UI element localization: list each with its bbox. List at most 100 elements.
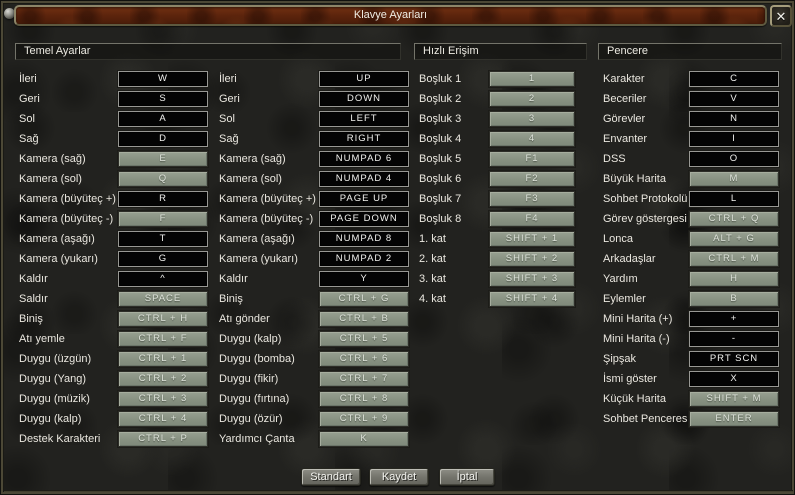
keybind-button[interactable]: K [318,430,410,448]
keybind-button[interactable]: Y [318,270,410,288]
keybind-button[interactable]: UP [318,70,410,88]
keybind-button[interactable]: H [688,270,780,288]
keybind-button[interactable]: LEFT [318,110,410,128]
keybind-button[interactable]: L [688,190,780,208]
keybind-label: Sağ [219,133,239,145]
keybind-button[interactable]: B [688,290,780,308]
keybind-button[interactable]: 1 [488,70,576,88]
keybind-button[interactable]: CTRL + 3 [117,390,209,408]
keybind-button[interactable]: CTRL + 4 [117,410,209,428]
keybind-button[interactable]: NUMPAD 6 [318,150,410,168]
keybind-button[interactable]: CTRL + 2 [117,370,209,388]
keybind-row: Duygu (fırtına) CTRL + 8 [219,390,410,408]
keybind-button[interactable]: CTRL + H [117,310,209,328]
keybind-label: Kaldır [19,273,48,285]
keybind-row: Mini Harita (+) + [603,310,780,328]
keybind-button[interactable]: NUMPAD 8 [318,230,410,248]
keybind-button[interactable]: G [117,250,209,268]
keybind-row: Kamera (sol) Q [19,170,209,188]
keybind-label: Kamera (sağ) [19,153,86,165]
keybind-button[interactable]: PRT SCN [688,350,780,368]
keybind-button[interactable]: CTRL + Q [688,210,780,228]
keybind-button[interactable]: R [117,190,209,208]
keybind-row: Kamera (büyüteç +) PAGE UP [219,190,410,208]
keybind-button[interactable]: SHIFT + 2 [488,250,576,268]
keybind-row: İsmi göster X [603,370,780,388]
keybind-button[interactable]: ALT + G [688,230,780,248]
keybind-button[interactable]: SPACE [117,290,209,308]
keybind-button[interactable]: W [117,70,209,88]
keybind-row: Biniş CTRL + G [219,290,410,308]
keybind-button[interactable]: NUMPAD 4 [318,170,410,188]
close-button[interactable]: ✕ [770,5,792,27]
keybind-button[interactable]: CTRL + 7 [318,370,410,388]
keybind-button[interactable]: SHIFT + M [688,390,780,408]
keybind-button[interactable]: X [688,370,780,388]
keybind-button[interactable]: F2 [488,170,576,188]
keybind-button[interactable]: A [117,110,209,128]
keybind-button[interactable]: SHIFT + 1 [488,230,576,248]
keybind-button[interactable]: F [117,210,209,228]
section-title: Temel Ayarlar [24,45,91,57]
keybind-button[interactable]: O [688,150,780,168]
keybind-label: Lonca [603,233,633,245]
keybind-button[interactable]: F3 [488,190,576,208]
keybind-button[interactable]: I [688,130,780,148]
keybind-button[interactable]: Q [117,170,209,188]
keybind-button[interactable]: SHIFT + 4 [488,290,576,308]
keybind-button[interactable]: CTRL + 5 [318,330,410,348]
keybind-label: Duygu (bomba) [219,353,295,365]
keybind-button[interactable]: CTRL + F [117,330,209,348]
keybind-button[interactable]: D [117,130,209,148]
iptal-button[interactable]: İptal [439,468,495,486]
keybind-row: Sağ RIGHT [219,130,410,148]
keybind-row: Boşluk 4 4 [419,130,576,148]
keybind-row: Geri S [19,90,209,108]
keybind-row: Kamera (büyüteç +) R [19,190,209,208]
keybind-button[interactable]: 4 [488,130,576,148]
keybind-button[interactable]: PAGE UP [318,190,410,208]
title-bar[interactable]: Klavye Ayarları [14,5,767,26]
keybind-button[interactable]: PAGE DOWN [318,210,410,228]
keybind-button[interactable]: CTRL + B [318,310,410,328]
keybind-label: Boşluk 6 [419,173,462,185]
keybind-button[interactable]: + [688,310,780,328]
keybind-button[interactable]: F1 [488,150,576,168]
keybind-button[interactable]: ^ [117,270,209,288]
keybind-button[interactable]: ENTER [688,410,780,428]
keybind-row: Atı gönder CTRL + B [219,310,410,328]
keybind-button[interactable]: RIGHT [318,130,410,148]
keybind-label: Boşluk 2 [419,93,462,105]
keybind-row: Boşluk 7 F3 [419,190,576,208]
keybind-button[interactable]: CTRL + 1 [117,350,209,368]
keybind-button[interactable]: C [688,70,780,88]
keybind-button[interactable]: CTRL + 6 [318,350,410,368]
keybind-row: Arkadaşlar CTRL + M [603,250,780,268]
keybind-label: Kamera (yukarı) [19,253,98,265]
keybind-button[interactable]: CTRL + P [117,430,209,448]
keybind-button[interactable]: T [117,230,209,248]
keybind-button[interactable]: F4 [488,210,576,228]
keybind-button[interactable]: V [688,90,780,108]
keybind-row: Karakter C [603,70,780,88]
keybind-button[interactable]: 2 [488,90,576,108]
keybind-button[interactable]: CTRL + G [318,290,410,308]
keybind-button[interactable]: SHIFT + 3 [488,270,576,288]
keybind-row: Görev göstergesi CTRL + Q [603,210,780,228]
keybind-button[interactable]: NUMPAD 2 [318,250,410,268]
section-title: Pencere [607,45,648,57]
keybind-button[interactable]: CTRL + 8 [318,390,410,408]
keybind-button[interactable]: 3 [488,110,576,128]
keybind-label: Kaldır [219,273,248,285]
keybind-button[interactable]: - [688,330,780,348]
keybind-button[interactable]: N [688,110,780,128]
keybind-button[interactable]: CTRL + 9 [318,410,410,428]
keybind-row: Kamera (yukarı) NUMPAD 2 [219,250,410,268]
keybind-button[interactable]: CTRL + M [688,250,780,268]
keybind-button[interactable]: M [688,170,780,188]
standart-button[interactable]: Standart [301,468,361,486]
keybind-button[interactable]: S [117,90,209,108]
keybind-button[interactable]: E [117,150,209,168]
kaydet-button[interactable]: Kaydet [369,468,429,486]
keybind-button[interactable]: DOWN [318,90,410,108]
